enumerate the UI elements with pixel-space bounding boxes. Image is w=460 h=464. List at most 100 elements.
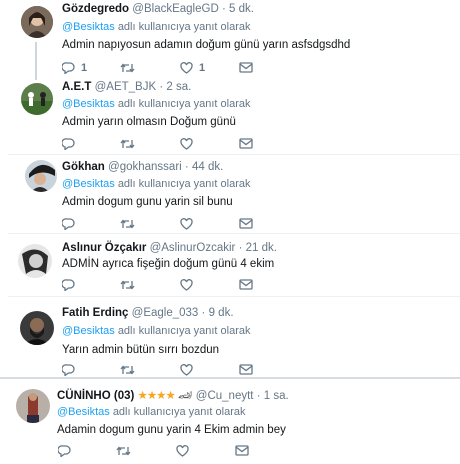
display-name[interactable]: Gözdegredo xyxy=(62,3,129,15)
envelope-icon xyxy=(239,364,253,375)
avatar[interactable] xyxy=(21,83,53,115)
tweet-item[interactable]: Gözdegredo @BlackEagleGD · 5 dk. @Besikt… xyxy=(0,0,460,80)
reply-icon xyxy=(62,62,75,74)
envelope-icon xyxy=(239,138,253,149)
retweet-icon xyxy=(120,365,135,375)
replying-to: @Besiktas adlı kullanıcıya yanıt olarak xyxy=(57,406,246,418)
tweet-item[interactable]: A.E.T @AET_BJK · 2 sa. @Besiktas adlı ku… xyxy=(0,80,460,154)
dm-button[interactable] xyxy=(239,364,253,375)
retweet-icon xyxy=(120,139,135,149)
envelope-icon xyxy=(239,279,253,290)
heart-icon xyxy=(176,445,189,457)
envelope-icon xyxy=(235,445,249,456)
avatar[interactable] xyxy=(18,244,52,278)
display-name[interactable]: A.E.T xyxy=(62,81,91,93)
avatar[interactable] xyxy=(21,6,53,38)
timestamp[interactable]: 5 dk. xyxy=(229,3,254,15)
like-button[interactable] xyxy=(180,279,193,291)
reply-icon xyxy=(58,445,71,457)
like-count: 1 xyxy=(199,62,206,74)
separator-dot: · xyxy=(159,81,164,93)
dm-button[interactable] xyxy=(239,62,253,73)
reply-icon xyxy=(62,218,75,230)
tweet-text: Admin yarın olmasın Doğum günü xyxy=(62,116,236,128)
heart-icon xyxy=(180,138,193,150)
thread-line xyxy=(35,42,37,80)
mention-link[interactable]: @Besiktas xyxy=(62,21,115,33)
like-button[interactable] xyxy=(180,138,193,150)
heart-icon xyxy=(180,62,193,74)
dm-button[interactable] xyxy=(239,218,253,229)
display-name[interactable]: Aslınur Özçakır xyxy=(62,242,146,254)
tweet-header: A.E.T @AET_BJK · 2 sa. xyxy=(62,81,191,93)
star-emoji-icon: ★★★★ xyxy=(137,390,176,402)
like-button[interactable] xyxy=(180,364,193,376)
reply-icon xyxy=(62,279,75,291)
username[interactable]: @AslinurOzcakir xyxy=(150,242,236,254)
separator-dot: · xyxy=(184,161,189,173)
tweet-item[interactable]: CÜNİNHO (03) ★★★★ 🏎 @Cu_neytt · 1 sa. @B… xyxy=(0,379,460,464)
tweet-item[interactable]: Gökhan @gokhanssari · 44 dk. @Besiktas a… xyxy=(0,155,460,233)
retweet-icon xyxy=(120,63,135,73)
username[interactable]: @Cu_neytt xyxy=(196,390,254,402)
username[interactable]: @Eagle_033 xyxy=(132,307,199,319)
heart-icon xyxy=(180,364,193,376)
retweet-icon xyxy=(116,446,131,456)
retweet-button[interactable] xyxy=(120,138,135,150)
tweet-text: Yarın admin bütün sırrı bozdun xyxy=(62,344,220,356)
tweet-item[interactable]: Fatih Erdinç @Eagle_033 · 9 dk. @Besikta… xyxy=(0,297,460,376)
like-button[interactable] xyxy=(180,218,193,230)
tweet-header: CÜNİNHO (03) ★★★★ 🏎 @Cu_neytt · 1 sa. xyxy=(57,388,289,402)
tweet-text: Adamin dogum gunu yarin 4 Ekim admin bey xyxy=(57,424,286,436)
envelope-icon xyxy=(239,62,253,73)
replying-to: @Besiktas adlı kullanıcıya yanıt olarak xyxy=(62,178,251,190)
dm-button[interactable] xyxy=(235,445,249,456)
timestamp[interactable]: 1 sa. xyxy=(264,390,289,402)
reply-button[interactable] xyxy=(58,445,71,457)
display-name[interactable]: Gökhan xyxy=(62,161,105,173)
tweet-header: Gözdegredo @BlackEagleGD · 5 dk. xyxy=(62,3,254,15)
tweet-header: Gökhan @gokhanssari · 44 dk. xyxy=(62,161,223,173)
retweet-button[interactable] xyxy=(120,279,135,291)
display-name[interactable]: CÜNİNHO (03) xyxy=(57,390,134,402)
mention-link[interactable]: @Besiktas xyxy=(57,406,110,418)
retweet-button[interactable] xyxy=(120,364,135,376)
mention-link[interactable]: @Besiktas xyxy=(62,178,115,190)
username[interactable]: @BlackEagleGD xyxy=(132,3,218,15)
envelope-icon xyxy=(239,218,253,229)
reply-button[interactable] xyxy=(62,364,75,376)
mention-link[interactable]: @Besiktas xyxy=(62,325,115,337)
reply-button[interactable] xyxy=(62,279,75,291)
heart-icon xyxy=(180,279,193,291)
heart-icon xyxy=(180,218,193,230)
tweet-item[interactable]: Aslınur Özçakır @AslinurOzcakir · 21 dk.… xyxy=(0,234,460,296)
retweet-button[interactable] xyxy=(116,445,131,457)
mention-link[interactable]: @Besiktas xyxy=(62,98,115,110)
tweet-text: Admin dogum gunu yarin sil bunu xyxy=(62,196,233,208)
retweet-icon xyxy=(120,219,135,229)
reply-button[interactable]: 1 xyxy=(62,62,87,74)
tweet-text: ADMİN ayrıca fişeğin doğum günü 4 ekim xyxy=(62,258,275,270)
avatar[interactable] xyxy=(20,311,54,345)
like-button[interactable] xyxy=(176,445,189,457)
retweet-icon xyxy=(120,280,135,290)
retweet-button[interactable] xyxy=(120,62,135,74)
username[interactable]: @gokhanssari xyxy=(108,161,182,173)
timestamp[interactable]: 2 sa. xyxy=(166,81,191,93)
timestamp[interactable]: 21 dk. xyxy=(246,242,277,254)
reply-button[interactable] xyxy=(62,218,75,230)
dm-button[interactable] xyxy=(239,279,253,290)
reply-button[interactable] xyxy=(62,138,75,150)
timestamp[interactable]: 9 dk. xyxy=(209,307,234,319)
reply-prefix: adlı kullanıcıya yanıt olarak xyxy=(117,178,251,190)
separator-dot: · xyxy=(256,390,261,402)
retweet-button[interactable] xyxy=(120,218,135,230)
dm-button[interactable] xyxy=(239,138,253,149)
username[interactable]: @AET_BJK xyxy=(95,81,157,93)
like-button[interactable]: 1 xyxy=(180,62,205,74)
display-name[interactable]: Fatih Erdinç xyxy=(62,307,128,319)
separator-dot: · xyxy=(238,242,243,254)
avatar[interactable] xyxy=(25,160,57,192)
timestamp[interactable]: 44 dk. xyxy=(192,161,223,173)
avatar[interactable] xyxy=(16,389,50,423)
